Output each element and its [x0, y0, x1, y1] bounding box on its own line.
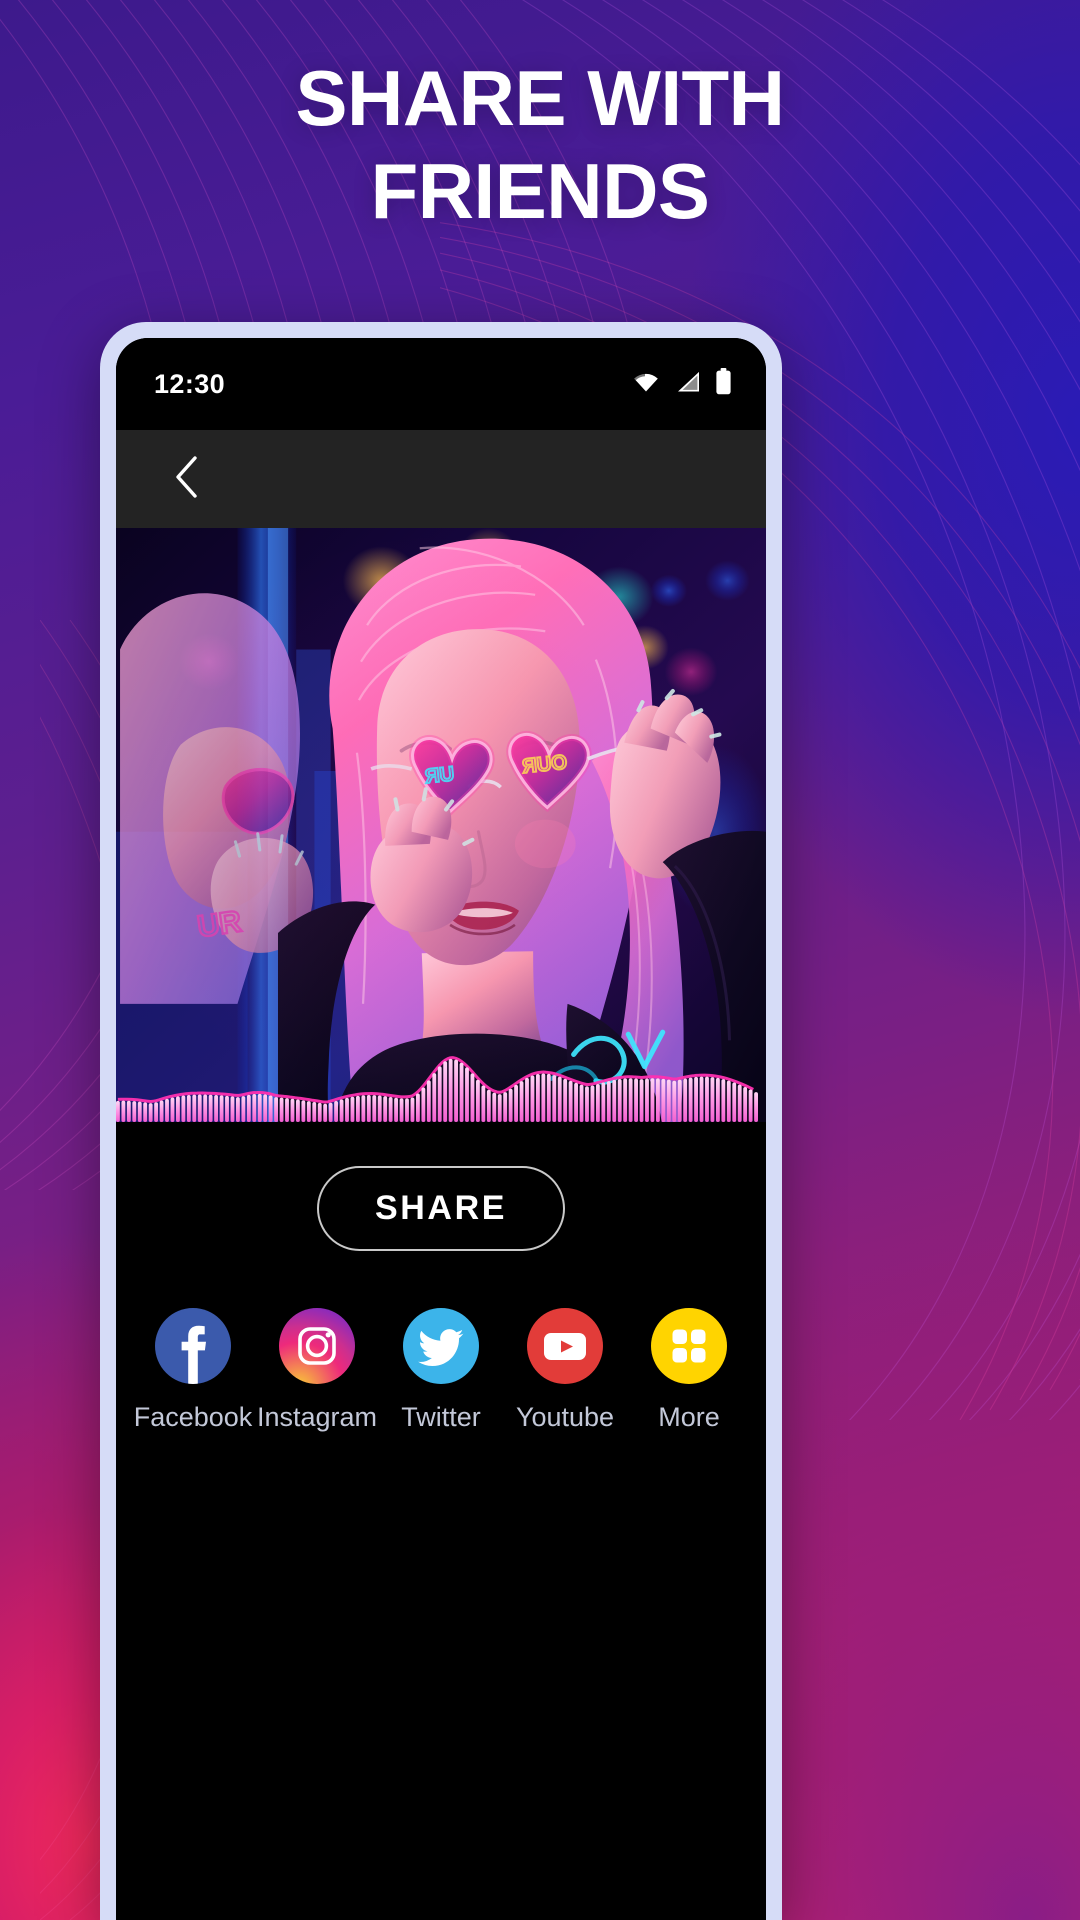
share-button-area: SHARE	[116, 1122, 766, 1294]
social-label: Twitter	[401, 1402, 481, 1432]
share-button[interactable]: SHARE	[316, 1165, 566, 1251]
facebook-icon	[155, 1308, 231, 1384]
share-target-youtube[interactable]: Youtube	[515, 1308, 615, 1433]
phone-screen: 12:30 UR ЯU ЯUO SHARE Facebook Instagram…	[116, 338, 766, 1920]
youtube-icon	[527, 1308, 603, 1384]
social-label: Instagram	[256, 1402, 378, 1432]
social-label: Facebook	[133, 1402, 253, 1432]
phone-mockup: 12:30 UR ЯU ЯUO SHARE Facebook Instagram…	[100, 322, 782, 1920]
more-apps-grid-icon	[651, 1308, 727, 1384]
social-label: Youtube	[515, 1402, 615, 1432]
battery-icon	[715, 368, 732, 400]
social-share-row: Facebook Instagram Twitter Youtube More	[116, 1294, 766, 1509]
app-navbar	[116, 430, 766, 528]
page-title: SHARE WITH FRIENDS	[0, 52, 1080, 238]
status-bar: 12:30	[116, 338, 766, 430]
back-chevron-icon	[172, 454, 202, 505]
cellular-signal-icon	[674, 370, 702, 399]
share-target-more[interactable]: More	[642, 1308, 736, 1433]
social-label: More	[658, 1402, 720, 1432]
back-button[interactable]	[164, 454, 210, 505]
headline-line-1: SHARE WITH	[295, 54, 785, 142]
twitter-icon	[403, 1308, 479, 1384]
media-preview[interactable]: UR ЯU ЯUO	[116, 528, 766, 1122]
headline-line-2: FRIENDS	[370, 146, 710, 235]
status-bar-clock: 12:30	[154, 368, 226, 399]
instagram-icon	[279, 1308, 355, 1384]
status-bar-icons	[631, 368, 732, 400]
neon-portrait-image: UR ЯU ЯUO	[116, 528, 766, 1122]
share-target-facebook[interactable]: Facebook	[134, 1308, 252, 1433]
wifi-icon	[631, 370, 661, 399]
audio-waveform-visualizer	[116, 1056, 758, 1122]
screen-bottom-filler	[116, 1509, 766, 1920]
share-target-instagram[interactable]: Instagram	[257, 1308, 377, 1433]
share-target-twitter[interactable]: Twitter	[394, 1308, 488, 1433]
